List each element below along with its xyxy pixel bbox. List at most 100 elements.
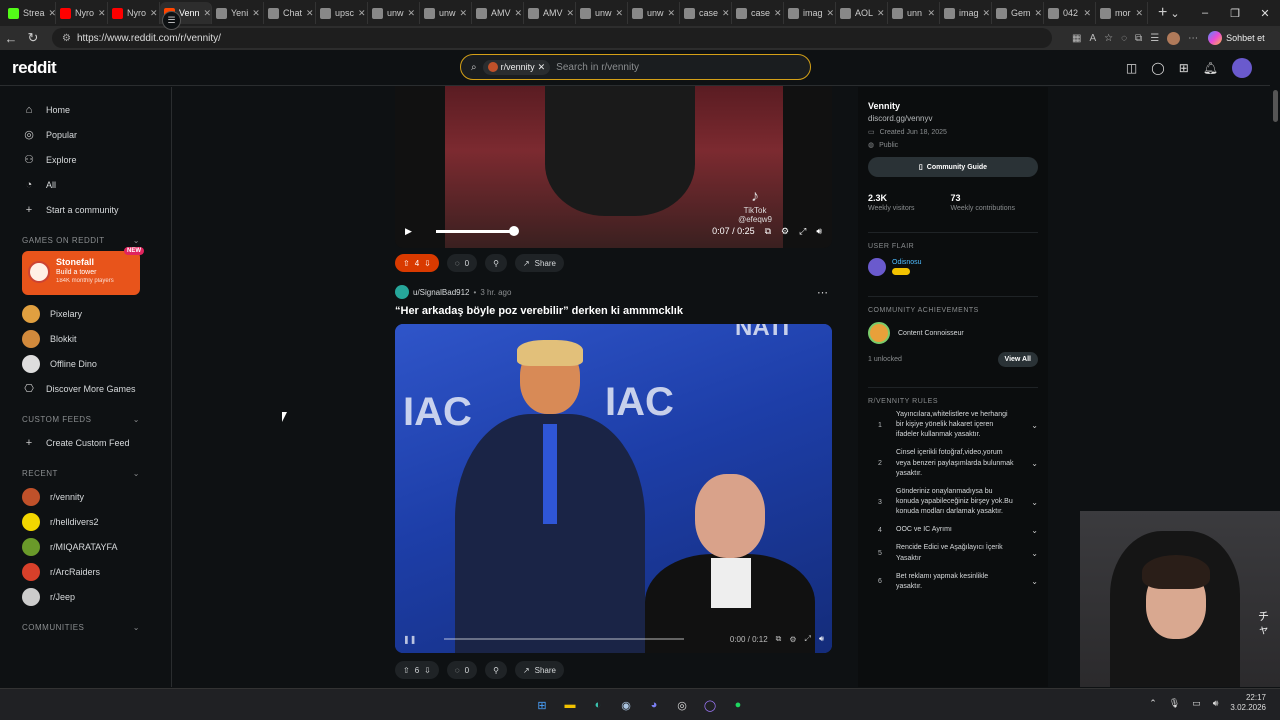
browser-tab[interactable]: AOL ✕	[836, 2, 888, 24]
refresh-icon[interactable]: ↻	[22, 30, 44, 46]
search-community-chip[interactable]: r/vennity ✕	[482, 59, 551, 75]
app-icon[interactable]: ◯	[700, 695, 720, 715]
games-section-header[interactable]: GAMES ON REDDIT ⌄	[22, 236, 140, 245]
tab-close-icon[interactable]: ✕	[722, 8, 730, 19]
tab-close-icon[interactable]: ✕	[150, 8, 158, 19]
post2-video[interactable]: IAC IAC NATI ❚❚ 0:00 / 0:12 ⧉ ⚙ ⤢ 🔊︎	[395, 324, 832, 653]
game-item[interactable]: Pixelary	[22, 301, 171, 326]
start-icon[interactable]: ⊞	[532, 695, 552, 715]
settings-icon[interactable]: ⚙	[789, 635, 796, 644]
volume-tray-icon[interactable]: 🔊︎	[1213, 698, 1219, 709]
browser-tab[interactable]: unn ✕	[888, 2, 940, 24]
apps-icon[interactable]: ▦	[1072, 33, 1081, 44]
community-link[interactable]: discord.gg/vennyv	[868, 114, 1038, 123]
rule-item[interactable]: 6 Bet reklamı yapmak kesinlikle yasaktır.…	[868, 567, 1038, 595]
volume-icon[interactable]: 🔊︎	[819, 634, 824, 644]
browser-tab[interactable]: upsc ✕	[316, 2, 368, 24]
more-menu-icon[interactable]: ⋯	[1188, 33, 1198, 44]
chip-close-icon[interactable]: ✕	[538, 62, 546, 73]
tab-close-icon[interactable]: ✕	[1083, 8, 1091, 19]
share-button[interactable]: ↗ Share	[514, 254, 564, 272]
communities-header[interactable]: COMMUNITIES ⌄	[22, 623, 140, 632]
comments-button[interactable]: ◌ 0	[446, 254, 478, 272]
steam-icon[interactable]: ◉	[616, 695, 636, 715]
browser-tab[interactable]: imag ✕	[940, 2, 992, 24]
tab-close-icon[interactable]: ✕	[668, 8, 676, 19]
site-info-icon[interactable]: ⚙	[62, 33, 71, 44]
upvote-icon[interactable]: ⇧	[403, 259, 410, 268]
url-field[interactable]: ⚙ https://www.reddit.com/r/vennity/	[52, 28, 1052, 48]
rule-item[interactable]: 3 Gönderiniz onaylanmadıysa bu konuda yap…	[868, 482, 1038, 520]
more-options-icon[interactable]: ⋯	[817, 286, 828, 299]
tab-close-icon[interactable]: ✕	[774, 8, 782, 19]
tab-close-icon[interactable]: ✕	[306, 8, 314, 19]
browser-tab[interactable]: Strea ✕	[4, 2, 56, 24]
upvote-icon[interactable]: ⇧	[403, 666, 410, 675]
custom-feeds-header[interactable]: CUSTOM FEEDS ⌄	[22, 415, 140, 424]
chat-icon[interactable]: ◯	[1151, 61, 1164, 75]
tab-close-icon[interactable]: ✕	[460, 8, 468, 19]
tab-close-icon[interactable]: ✕	[827, 8, 835, 19]
clock[interactable]: 22:17 3.02.2026	[1230, 693, 1266, 714]
network-icon[interactable]: ▭	[1192, 698, 1201, 709]
tray-overflow-icon[interactable]: ⌃	[1149, 698, 1157, 709]
rule-item[interactable]: 1 Yayıncılara,whitelistlere ve herhangi b…	[868, 405, 1038, 443]
play-icon[interactable]: ▶	[405, 226, 412, 237]
profile-avatar[interactable]	[1167, 31, 1181, 45]
rule-item[interactable]: 4 OOC ve IC Ayrımı ⌄	[868, 520, 1038, 538]
tab-close-icon[interactable]: ✕	[616, 8, 624, 19]
browser-tab[interactable]: unw ✕	[576, 2, 628, 24]
discord-icon[interactable]: ◕	[644, 695, 664, 715]
browser-tab[interactable]: Nyro ✕	[56, 2, 108, 24]
search-bar[interactable]: ⌕ r/vennity ✕ Search in r/vennity	[460, 54, 811, 80]
browser-tab[interactable]: mor ✕	[1096, 2, 1148, 24]
fullscreen-icon[interactable]: ⤢	[799, 226, 806, 237]
file-explorer-icon[interactable]: ▬	[560, 695, 580, 715]
post-title[interactable]: “Her arkadaş böyle poz verebilir” derken…	[395, 305, 683, 317]
tab-close-icon[interactable]: ✕	[358, 8, 366, 19]
tab-close-icon[interactable]: ✕	[567, 8, 575, 19]
copilot-button[interactable]: Sohbet et	[1208, 31, 1265, 45]
favorites-icon[interactable]: ☰	[1150, 33, 1159, 44]
recent-header[interactable]: RECENT ⌄	[22, 469, 140, 478]
read-aloud-icon[interactable]: A	[1089, 33, 1096, 44]
share-button[interactable]: ↗ Share	[514, 661, 564, 679]
tab-close-icon[interactable]: ✕	[252, 8, 260, 19]
spotify-icon[interactable]: ●	[728, 695, 748, 715]
back-icon[interactable]: ←	[0, 31, 22, 46]
tab-close-icon[interactable]: ✕	[877, 8, 885, 19]
microphone-icon[interactable]: 🎙︎	[1169, 698, 1180, 709]
sidebar-item-explore[interactable]: ⚇ Explore	[22, 147, 171, 172]
notifications-icon[interactable]: 🔔︎	[1203, 61, 1218, 75]
create-custom-feed[interactable]: + Create Custom Feed	[22, 430, 171, 455]
sidebar-item-popular[interactable]: ◎ Popular	[22, 122, 171, 147]
downvote-icon[interactable]: ⇩	[424, 259, 431, 268]
browser-tab[interactable]: Nyro ✕	[108, 2, 160, 24]
browser-tab[interactable]: Gem ✕	[992, 2, 1044, 24]
advertise-icon[interactable]: ◫	[1126, 61, 1137, 75]
browser-tab[interactable]: imag ✕	[784, 2, 836, 24]
volume-icon[interactable]: 🔊︎	[816, 226, 822, 237]
create-post-icon[interactable]: ⊞	[1179, 61, 1189, 75]
tab-close-icon[interactable]: ✕	[515, 8, 523, 19]
captions-icon[interactable]: ⧉	[776, 634, 782, 644]
user-flair[interactable]: Odisnosu	[868, 258, 1038, 276]
minimize-button[interactable]: –	[1190, 0, 1220, 26]
recent-community[interactable]: r/Jeep	[22, 584, 171, 609]
reddit-logo[interactable]: reddit	[12, 58, 57, 78]
game-item[interactable]: ⎔ Discover More Games	[22, 376, 171, 401]
author-avatar[interactable]	[395, 285, 409, 299]
view-all-button[interactable]: View All	[997, 352, 1038, 367]
browser-tab[interactable]: case ✕	[732, 2, 784, 24]
award-button[interactable]: ⚲	[485, 661, 507, 679]
tab-close-icon[interactable]: ✕	[927, 8, 935, 19]
recent-community[interactable]: r/helldivers2	[22, 509, 171, 534]
window-list-icon[interactable]: ⌄	[1160, 0, 1190, 26]
tab-close-icon[interactable]: ✕	[1035, 8, 1043, 19]
browser-tab[interactable]: AMV ✕	[524, 2, 576, 24]
maximize-button[interactable]: ❐	[1220, 0, 1250, 26]
settings-icon[interactable]: ⚙	[781, 226, 789, 237]
browser-tab[interactable]: AMV ✕	[472, 2, 524, 24]
obs-icon[interactable]: ◎	[672, 695, 692, 715]
video-progress-bar[interactable]	[435, 225, 519, 236]
